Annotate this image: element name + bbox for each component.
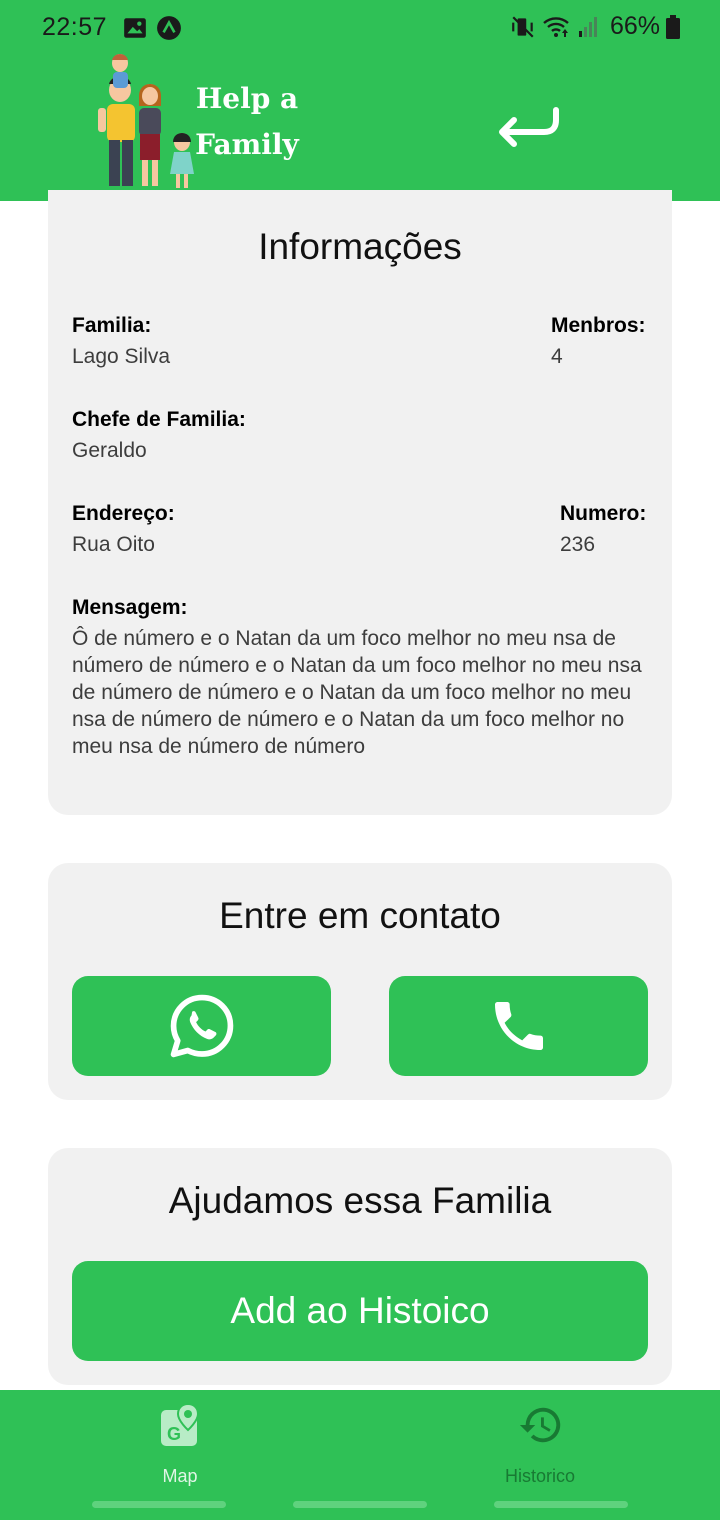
whatsapp-button[interactable] <box>72 976 331 1076</box>
app-title-line1: Help a <box>195 82 299 115</box>
wifi-icon <box>543 16 569 37</box>
family-logo-illustration <box>98 54 194 188</box>
history-icon <box>519 1407 561 1443</box>
map-pin-icon: G <box>161 1402 200 1446</box>
familia-label: Familia: <box>72 314 152 337</box>
home-indicator-center <box>293 1501 427 1508</box>
nav-label-map: Map <box>162 1466 198 1486</box>
membros-value: 4 <box>551 345 563 368</box>
home-indicator-right <box>494 1501 628 1508</box>
phone-button[interactable] <box>389 976 648 1076</box>
numero-value: 236 <box>560 533 596 556</box>
endereco-label: Endereço: <box>72 502 175 525</box>
chefe-value: Geraldo <box>72 439 147 462</box>
app-notification-icon <box>157 16 181 40</box>
gallery-icon <box>124 18 146 38</box>
return-arrow-icon[interactable] <box>494 104 564 148</box>
app-title: Help a Family <box>192 76 302 168</box>
phone-icon <box>494 1002 543 1050</box>
svg-text:G: G <box>167 1424 181 1444</box>
status-time: 22:57 <box>42 13 108 41</box>
endereco-value: Rua Oito <box>72 533 155 556</box>
whatsapp-icon <box>170 994 233 1058</box>
signal-icon <box>578 16 597 37</box>
battery-icon <box>666 14 680 39</box>
info-card: Informações Familia: Lago Silva Menbros:… <box>48 190 672 815</box>
app-header: 22:57 66% Help a Family <box>0 0 720 201</box>
battery-percentage: 66% <box>609 12 660 40</box>
home-indicator-left <box>92 1501 226 1508</box>
nav-label-historico: Historico <box>504 1466 575 1486</box>
helped-card: Ajudamos essa Familia Add ao Histoico <box>48 1148 672 1385</box>
numero-label: Numero: <box>560 502 647 525</box>
mute-vibrate-icon <box>512 15 534 38</box>
contact-card-title: Entre em contato <box>219 895 501 936</box>
status-indicators: 66% <box>510 12 680 41</box>
nav-item-map[interactable]: G Map <box>60 1390 300 1500</box>
status-bar: 22:57 66% <box>0 0 720 56</box>
nav-item-historico[interactable]: Historico <box>420 1390 660 1500</box>
familia-value: Lago Silva <box>72 345 171 368</box>
contact-card: Entre em contato <box>48 863 672 1100</box>
add-history-button[interactable]: Add ao Histoico <box>72 1261 648 1361</box>
app-title-line2: Family <box>195 128 299 161</box>
mensagem-value: Ô de número e o Natan da um foco melhor … <box>72 627 642 758</box>
membros-label: Menbros: <box>551 314 646 337</box>
helped-card-title: Ajudamos essa Familia <box>168 1180 552 1221</box>
chefe-label: Chefe de Familia: <box>72 408 246 431</box>
app-root: 22:57 66% Help a Family Informações Fami… <box>0 0 720 1520</box>
info-card-title: Informações <box>258 226 462 267</box>
bottom-navigation: G Map Historico <box>0 1390 720 1520</box>
mensagem-label: Mensagem: <box>72 596 188 619</box>
